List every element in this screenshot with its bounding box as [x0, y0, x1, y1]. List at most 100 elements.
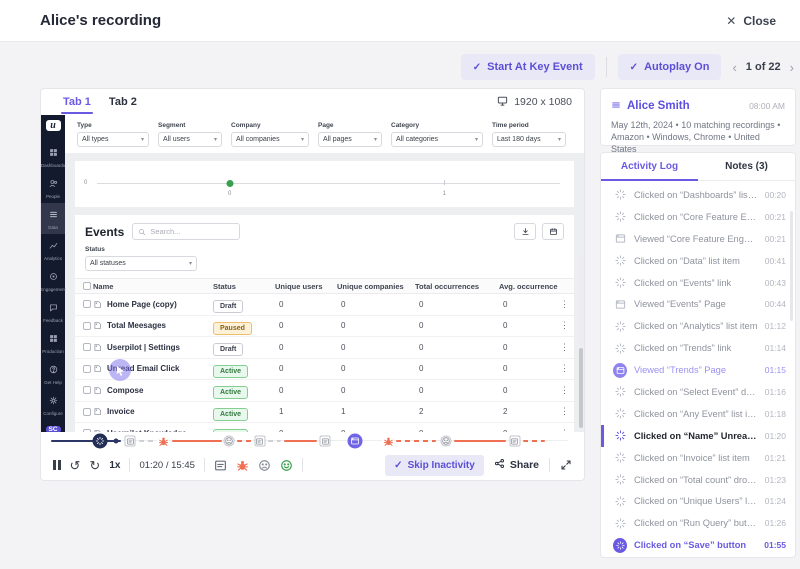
sidebar-item-production[interactable]: Production — [41, 327, 65, 358]
activity-log-item[interactable]: Clicked on “Any Event” list item 01:18 — [601, 403, 795, 425]
data-icon — [49, 206, 58, 224]
sad-reaction-button[interactable] — [258, 459, 271, 472]
sidebar-item-get-help[interactable]: Get Help — [41, 358, 65, 389]
playback-timeline[interactable] — [41, 432, 584, 450]
activity-timestamp: 01:21 — [764, 452, 786, 463]
chevron-left-icon[interactable]: ‹ — [732, 60, 736, 75]
page-view-icon — [613, 362, 627, 378]
sidebar-item-engagement[interactable]: Engagement — [41, 265, 66, 296]
tag-icon — [93, 407, 102, 416]
timeline-bug-marker[interactable] — [157, 435, 170, 447]
skip-inactivity-toggle[interactable]: ✓ Skip Inactivity — [385, 454, 484, 476]
app-scrollbar[interactable] — [579, 255, 583, 428]
row-menu-button[interactable]: ⋮ — [560, 320, 574, 331]
filter-select[interactable]: All types ▾ — [77, 131, 149, 147]
activity-log-item[interactable]: Viewed “Events” Page 00:44 — [601, 293, 795, 315]
activity-log-item[interactable]: Clicked on “Trends” link 01:14 — [601, 337, 795, 359]
sidebar-item-dashboards[interactable]: Dashboards — [41, 141, 65, 172]
fullscreen-button[interactable] — [560, 459, 572, 471]
table-row[interactable]: Compose Active 0 0 0 0 ⋮ — [75, 380, 574, 402]
chevron-right-icon[interactable]: › — [790, 60, 794, 75]
activity-log-item[interactable]: Clicked on “Data” list item 00:41 — [601, 250, 795, 272]
activity-log-item[interactable]: Clicked on “Dashboards” list item 00:20 — [601, 184, 795, 206]
session-user-name[interactable]: Alice Smith — [627, 100, 690, 112]
activity-log-item[interactable]: Clicked on “Events” link 00:43 — [601, 272, 795, 294]
row-menu-button[interactable]: ⋮ — [560, 299, 574, 310]
timeline-click-marker[interactable] — [92, 433, 108, 449]
activity-log-item[interactable]: Viewed “Core Feature Engagment” 00:21 — [601, 228, 795, 250]
timeline-bug-marker[interactable] — [382, 435, 395, 447]
timeline-note-marker[interactable] — [124, 435, 136, 447]
row-checkbox[interactable] — [83, 300, 91, 309]
happy-reaction-button[interactable] — [280, 459, 293, 472]
activity-log-item[interactable]: Clicked on “Invoice” list item 01:21 — [601, 447, 795, 469]
sidebar-item-analytics[interactable]: Analytics — [41, 234, 65, 265]
events-search-input[interactable] — [150, 227, 231, 236]
tab-activity-log[interactable]: Activity Log — [601, 153, 698, 181]
activity-log-item[interactable]: Clicked on “Run Query” button 01:26 — [601, 512, 795, 534]
row-menu-button[interactable]: ⋮ — [560, 406, 574, 417]
tab-2[interactable]: Tab 2 — [107, 90, 139, 114]
row-menu-button[interactable]: ⋮ — [560, 363, 574, 374]
autoplay-toggle-button[interactable]: ✓ Autoplay On — [617, 54, 722, 80]
table-row[interactable]: Invoice Active 1 1 2 2 ⋮ — [75, 402, 574, 423]
timeline-sad-face-marker[interactable] — [440, 435, 452, 447]
row-checkbox[interactable] — [83, 321, 91, 330]
tab-notes[interactable]: Notes (3) — [698, 153, 795, 180]
report-bug-button[interactable] — [236, 459, 249, 472]
activity-log-item[interactable]: Clicked on “Total count” dropdown 01:23 — [601, 469, 795, 491]
row-checkbox[interactable] — [83, 343, 91, 352]
activity-log-item[interactable]: Viewed “Trends” Page 01:15 — [601, 359, 795, 381]
filter-select[interactable]: All companies ▾ — [231, 131, 309, 147]
playback-speed-button[interactable]: 1x — [109, 460, 120, 471]
forward-10-button[interactable]: ↻ — [89, 459, 100, 472]
add-note-button[interactable] — [214, 459, 227, 472]
timeline-current-marker[interactable] — [347, 433, 363, 449]
sidebar-item-people[interactable]: People — [41, 172, 65, 203]
status-filter-select[interactable]: All statuses ▾ — [85, 256, 197, 271]
calendar-button[interactable] — [542, 223, 564, 240]
activity-log-item[interactable]: Clicked on “Name” Unread Email C… 01:20 — [601, 424, 795, 447]
table-row[interactable]: Unread Email Click Active 0 0 0 0 ⋮ — [75, 359, 574, 380]
table-row[interactable]: Userpilot | Settings Draft 0 0 0 0 ⋮ — [75, 337, 574, 359]
select-all-checkbox[interactable] — [83, 282, 91, 290]
filter-select[interactable]: All categories ▾ — [391, 131, 483, 147]
filter-select[interactable]: Last 180 days ▾ — [492, 131, 566, 147]
rewind-10-button[interactable]: ↺ — [70, 459, 81, 472]
row-menu-button[interactable]: ⋮ — [560, 385, 574, 396]
events-search[interactable] — [132, 223, 241, 240]
pager-label: 1 of 22 — [745, 61, 781, 73]
table-row[interactable]: Userpilot Knowledge ...Active0000⋮ — [75, 423, 574, 432]
start-at-key-event-button[interactable]: ✓ Start At Key Event — [460, 54, 595, 80]
timeline-note-marker[interactable] — [319, 435, 331, 447]
activity-log-item[interactable]: Clicked on “Unique Users” list item 01:24 — [601, 490, 795, 512]
row-checkbox[interactable] — [83, 407, 91, 416]
activity-log-item[interactable]: Clicked on “Save” button 01:55 — [601, 534, 795, 556]
filter-select[interactable]: All pages ▾ — [318, 131, 382, 147]
sidebar-item-configure[interactable]: Configure — [41, 389, 65, 420]
sidebar-item-data[interactable]: Data — [41, 203, 65, 234]
activity-text: Clicked on “Name” Unread Email C… — [634, 430, 758, 441]
chevron-down-icon: ▾ — [188, 261, 192, 267]
activity-scrollbar[interactable] — [790, 211, 793, 321]
timeline-note-marker[interactable] — [254, 435, 266, 447]
table-row[interactable]: Total Meesages Paused 0 0 0 0 ⋮ — [75, 316, 574, 337]
row-checkbox[interactable] — [83, 364, 91, 373]
timeline-dot-marker[interactable] — [113, 438, 119, 444]
timeline-neutral-face-marker[interactable] — [223, 435, 235, 447]
table-row[interactable]: Home Page (copy) Draft 0 0 0 0 ⋮ — [75, 294, 574, 316]
row-menu-button[interactable]: ⋮ — [560, 342, 574, 353]
sidebar-item-feedback[interactable]: Feedback — [41, 296, 65, 327]
tab-1[interactable]: Tab 1 — [61, 90, 93, 114]
download-button[interactable] — [514, 223, 536, 240]
close-button[interactable]: ✕ Close — [726, 14, 776, 28]
activity-log-item[interactable]: Clicked on “Select Event” dropdown 01:16 — [601, 381, 795, 403]
timeline-note-marker[interactable] — [509, 435, 521, 447]
filter-select[interactable]: All users ▾ — [158, 131, 222, 147]
pause-button[interactable] — [53, 460, 61, 470]
activity-log-item[interactable]: Clicked on “Core Feature Engagem… 00:21 — [601, 206, 795, 228]
activity-log-item[interactable]: Clicked on “Analytics” list item 01:12 — [601, 315, 795, 337]
share-button[interactable]: Share — [494, 458, 539, 472]
row-checkbox[interactable] — [83, 386, 91, 395]
recording-pager: ‹ 1 of 22 › — [732, 60, 794, 75]
